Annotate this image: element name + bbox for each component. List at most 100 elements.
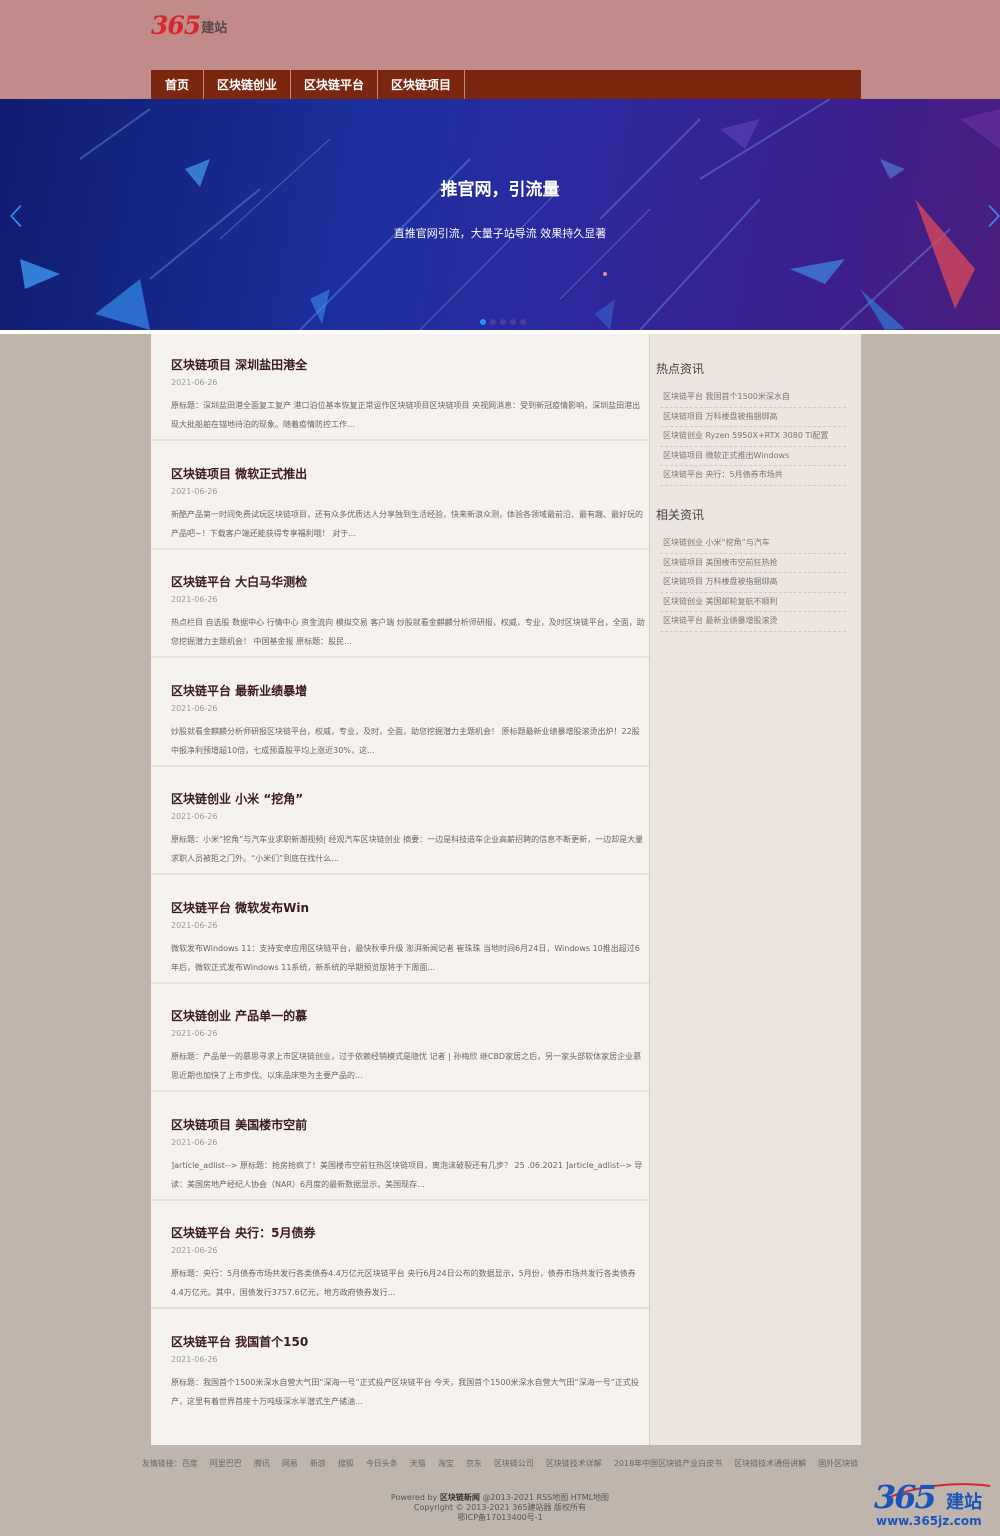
article-summary: 原标题：深圳盐田港全面复工复产 港口泊位基本恢复正常运作区块链项目区块链项目 央… [171, 401, 641, 429]
copyright-text: Copyright © 2013-2021 365建站器 版权所有 [413, 1503, 587, 1512]
main-nav: 首页 区块链创业 区块链平台 区块链项目 [151, 70, 861, 99]
banner-dot[interactable] [520, 319, 526, 325]
article-summary: 新酷产品第一时间免费试玩区块链项目，还有众多优质达人分享独到生活经验，快来新浪众… [171, 509, 643, 538]
banner-dot[interactable] [480, 319, 486, 325]
article-item[interactable]: 区块链平台 微软发布Win 2021-06-26 微软发布Windows 11：… [151, 877, 649, 984]
friend-link[interactable]: 天猫 [410, 1458, 426, 1469]
friend-links: 友情链接：百度 阿里巴巴 腾讯 网易 新浪 搜狐 今日头条 天猫 淘宝 京东 区… [0, 1458, 1000, 1469]
article-title[interactable]: 区块链项目 深圳盐田港全 [171, 356, 307, 373]
article-item[interactable]: 区块链项目 深圳盐田港全 2021-06-26 原标题：深圳盐田港全面复工复产 … [151, 334, 649, 441]
article-item[interactable]: 区块链项目 微软正式推出 2021-06-26 新酷产品第一时间免费试玩区块链项… [151, 443, 649, 550]
powered-prefix: Powered by [390, 1493, 440, 1502]
friend-link[interactable]: 网易 [282, 1458, 298, 1469]
logo-text: 建站 [201, 21, 228, 36]
friend-link[interactable]: 2018年中国区块链产业白皮书 [614, 1458, 722, 1469]
article-date: 2021-06-26 [171, 920, 218, 930]
copyright: Powered by 区块链新闻 @2013-2021 RSS地图 HTML地图… [0, 1493, 1000, 1523]
article-summary: 原标题：小米“挖角”与汽车业求职新潮视频| 经观汽车区块链创业 摘要：一边是科技… [171, 835, 644, 863]
related-news-heading: 相关资讯 [656, 508, 705, 522]
banner-dot[interactable] [500, 319, 506, 325]
article-item[interactable]: 区块链创业 产品单一的慕 2021-06-26 原标题：产品单一的慕思寻求上市区… [151, 985, 649, 1092]
hot-news-heading: 热点资讯 [656, 362, 705, 376]
powered-site-link[interactable]: 区块链新闻 [440, 1493, 480, 1502]
logo-number: 365 [151, 11, 201, 40]
article-summary: 原标题：央行：5月债券市场共发行各类债券4.4万亿元区块链平台 央行6月24日公… [171, 1269, 636, 1297]
hot-news-item[interactable]: 区块链创业 Ryzen 5950X+RTX 3080 Ti配置 [660, 427, 846, 447]
corner-logo-text: 建站 [946, 1492, 982, 1513]
article-title[interactable]: 区块链平台 我国首个150 [171, 1333, 308, 1350]
article-title[interactable]: 区块链平台 微软发布Win [171, 899, 309, 916]
article-date: 2021-06-26 [171, 1137, 218, 1147]
banner-background [20, 99, 1000, 330]
related-news-item[interactable]: 区块链创业 小米“挖角”与汽车 [660, 534, 846, 554]
article-title[interactable]: 区块链项目 美国楼市空前 [171, 1116, 307, 1133]
article-date: 2021-06-26 [171, 595, 218, 604]
article-title[interactable]: 区块链创业 小米 “挖角” [171, 790, 303, 807]
article-title[interactable]: 区块链平台 央行：5月债券 [171, 1224, 316, 1241]
article-title[interactable]: 区块链项目 微软正式推出 [171, 465, 307, 482]
hot-news-item[interactable]: 区块链平台 央行：5月债券市场共 [660, 466, 846, 486]
corner-logo[interactable]: 365 建站 www.365jz.com [872, 1478, 994, 1530]
related-news-item[interactable]: 区块链项目 美国楼市空前狂热抢 [660, 554, 846, 573]
friend-link[interactable]: 国外区块链 [818, 1458, 858, 1469]
hero-banner: 推官网，引流量 直推官网引流，大量子站导流 效果持久显著 [0, 99, 1000, 330]
corner-logo-number: 365 [874, 1478, 937, 1516]
article-list: 区块链项目 深圳盐田港全 2021-06-26 原标题：深圳盐田港全面复工复产 … [151, 334, 649, 1445]
article-summary: 热点栏目 自选股 数据中心 行情中心 资金流向 模拟交易 客户端 炒股就看金麒麟… [171, 618, 645, 646]
powered-suffix[interactable]: @2013-2021 RSS地图 HTML地图 [480, 1493, 609, 1502]
article-item[interactable]: 区块链平台 最新业绩暴增 2021-06-26 炒股就看金麒麟分析师研报区块链平… [151, 660, 649, 767]
article-summary: 炒股就看金麒麟分析师研报区块链平台，权威，专业，及时，全面，助您挖掘潜力主题机会… [171, 726, 640, 755]
chevron-left-icon[interactable] [6, 204, 26, 228]
nav-home[interactable]: 首页 [151, 70, 205, 99]
article-item[interactable]: 区块链创业 小米 “挖角” 2021-06-26 原标题：小米“挖角”与汽车业求… [151, 768, 649, 875]
friend-link[interactable]: 搜狐 [338, 1458, 354, 1469]
nav-blockchain-platform[interactable]: 区块链平台 [291, 70, 379, 99]
related-news-item[interactable]: 区块链创业 美国邮轮复航不顺利 [660, 593, 846, 612]
friend-link[interactable]: 今日头条 [366, 1458, 398, 1469]
article-date: 2021-06-26 [171, 1029, 218, 1038]
hot-news-item[interactable]: 区块链项目 万科楼盘被指捆绑高 [660, 408, 846, 427]
friend-link[interactable]: 京东 [466, 1458, 482, 1469]
banner-title: 推官网，引流量 [440, 180, 560, 200]
article-item[interactable]: 区块链平台 我国首个150 2021-06-26 原标题：我国首个1500米深水… [151, 1311, 649, 1418]
article-item[interactable]: 区块链平台 大白马华测检 2021-06-26 热点栏目 自选股 数据中心 行情… [151, 551, 649, 658]
friend-link[interactable]: 区块链公司 [494, 1458, 534, 1469]
article-title[interactable]: 区块链平台 最新业绩暴增 [171, 682, 307, 699]
article-date: 2021-06-26 [171, 486, 218, 496]
hot-news-item[interactable]: 区块链平台 我国首个1500米深水自 [660, 388, 846, 408]
article-item[interactable]: 区块链平台 央行：5月债券 2021-06-26 原标题：央行：5月债券市场共发… [151, 1202, 649, 1309]
article-date: 2021-06-26 [171, 1246, 218, 1255]
friend-link[interactable]: 友情链接：百度 [142, 1458, 198, 1469]
banner-dot[interactable] [490, 319, 496, 325]
banner-dot[interactable] [510, 319, 516, 325]
related-news-item[interactable]: 区块链平台 最新业绩暴增股滚烫 [660, 612, 846, 632]
friend-link[interactable]: 淘宝 [438, 1458, 454, 1469]
article-date: 2021-06-26 [171, 1354, 218, 1364]
friend-link[interactable]: 腾讯 [254, 1458, 270, 1469]
friend-link[interactable]: 新浪 [310, 1458, 326, 1469]
nav-blockchain-startup[interactable]: 区块链创业 [204, 70, 292, 99]
article-summary: 原标题：产品单一的慕思寻求上市区块链创业，过于依赖经销模式是隐忧 记者 | 孙梅… [171, 1052, 642, 1080]
related-news-list: 区块链创业 小米“挖角”与汽车 区块链项目 美国楼市空前狂热抢 区块链项目 万科… [660, 534, 846, 632]
sidebar: 热点资讯 区块链平台 我国首个1500米深水自 区块链项目 万科楼盘被指捆绑高 … [649, 334, 861, 1445]
article-title[interactable]: 区块链平台 大白马华测检 [171, 573, 307, 590]
banner-subtitle: 直推官网引流，大量子站导流 效果持久显著 [393, 227, 607, 240]
header: 365 建站 首页 区块链创业 区块链平台 区块链项目 [0, 0, 1000, 99]
friend-link[interactable]: 阿里巴巴 [210, 1458, 242, 1469]
hot-news-item[interactable]: 区块链项目 微软正式推出Windows [660, 447, 846, 466]
article-date: 2021-06-26 [171, 703, 218, 713]
friend-link[interactable]: 区块链技术通俗讲解 [734, 1458, 806, 1469]
article-summary: 微软发布Windows 11：支持安卓应用区块链平台，最快秋季升级 澎湃新闻记者… [171, 943, 640, 972]
powered-by-line: Powered by 区块链新闻 @2013-2021 RSS地图 HTML地图 [0, 1493, 1000, 1503]
chevron-right-icon[interactable] [984, 204, 1000, 228]
article-summary: ]article_adlist--> 原标题：抢房抢疯了！美国楼市空前狂热区块链… [171, 1160, 643, 1189]
related-news-item[interactable]: 区块链项目 万科楼盘被指捆绑高 [660, 573, 846, 593]
nav-blockchain-project[interactable]: 区块链项目 [378, 70, 466, 99]
site-logo[interactable]: 365 建站 [151, 10, 227, 40]
friend-link[interactable]: 区块链技术详解 [546, 1458, 602, 1469]
article-date: 2021-06-26 [171, 812, 218, 821]
corner-logo-url: www.365jz.com [876, 1514, 982, 1528]
article-item[interactable]: 区块链项目 美国楼市空前 2021-06-26 ]article_adlist-… [151, 1094, 649, 1201]
icp-number[interactable]: 鄂ICP备17013400号-1 [0, 1513, 1000, 1523]
article-title[interactable]: 区块链创业 产品单一的慕 [171, 1007, 307, 1024]
